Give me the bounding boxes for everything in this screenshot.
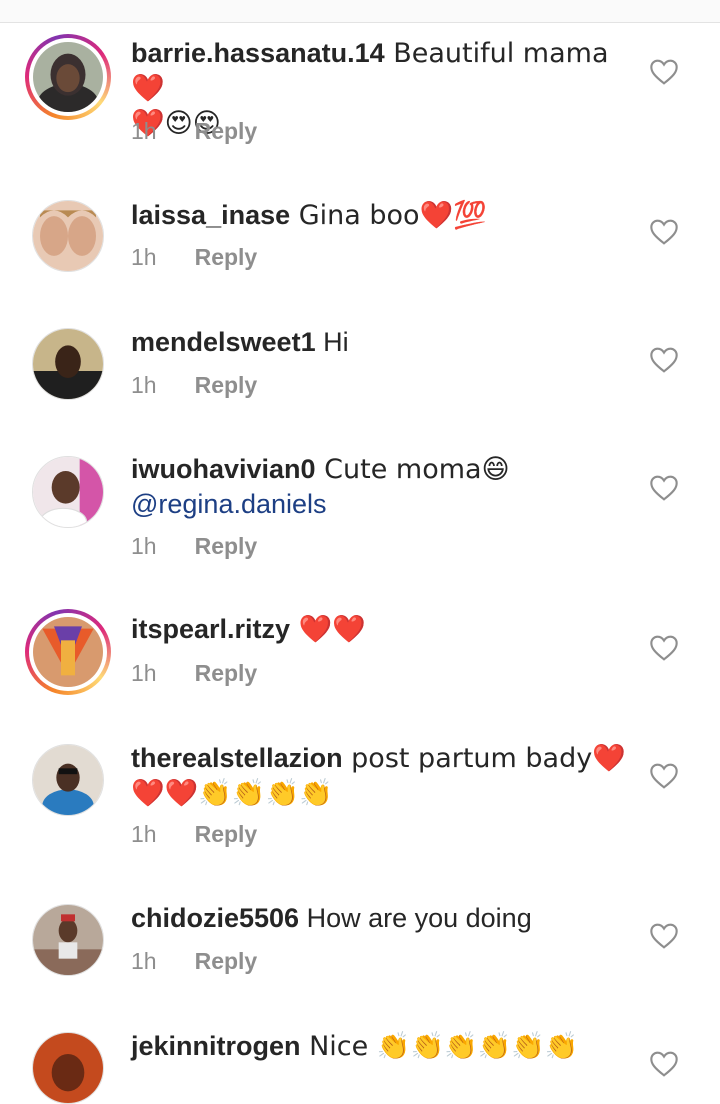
comment-body: Cute moma😄 xyxy=(315,454,510,485)
avatar[interactable] xyxy=(32,456,104,528)
comment-meta: 1h Reply xyxy=(131,242,257,272)
comment-time: 1h xyxy=(131,533,157,559)
comment-meta: 1h Reply xyxy=(131,946,257,976)
avatar[interactable] xyxy=(25,609,111,695)
avatar[interactable] xyxy=(32,744,104,816)
comment-meta: 1h Reply xyxy=(131,819,257,849)
avatar-image xyxy=(33,42,103,112)
comment-body: ❤️❤️ xyxy=(290,614,366,645)
reply-button[interactable]: Reply xyxy=(195,372,258,398)
comment-text: chidozie5506 How are you doing xyxy=(131,901,631,935)
avatar[interactable] xyxy=(32,904,104,976)
avatar-image xyxy=(33,617,103,687)
heart-outline-icon[interactable] xyxy=(648,632,680,664)
heart-outline-icon[interactable] xyxy=(648,344,680,376)
comment-meta: 1h Reply xyxy=(131,658,257,688)
heart-outline-icon[interactable] xyxy=(648,472,680,504)
comment-meta: 1h Reply xyxy=(131,116,257,146)
comment-time: 1h xyxy=(131,244,157,270)
heart-outline-icon[interactable] xyxy=(648,56,680,88)
heart-outline-icon[interactable] xyxy=(648,920,680,952)
avatar[interactable] xyxy=(32,200,104,272)
comment-username[interactable]: chidozie5506 xyxy=(131,903,299,933)
comment-body: Gina boo❤️💯 xyxy=(290,200,487,231)
comment-username[interactable]: barrie.hassanatu.14 xyxy=(131,38,385,68)
comment-time: 1h xyxy=(131,660,157,686)
comment-username[interactable]: itspearl.ritzy xyxy=(131,614,290,644)
comment-text: laissa_inase Gina boo❤️💯 xyxy=(131,198,631,233)
avatar-image xyxy=(33,457,103,527)
comment-body-line2: ❤️❤️👏👏👏👏 xyxy=(131,778,333,809)
avatar-image xyxy=(33,1033,103,1103)
avatar[interactable] xyxy=(32,328,104,400)
comment-time: 1h xyxy=(131,821,157,847)
avatar-image xyxy=(33,905,103,975)
comment-text: iwuohavivian0 Cute moma😄 @regina.daniels xyxy=(131,452,631,521)
reply-button[interactable]: Reply xyxy=(195,118,258,144)
comment-meta: 1h Reply xyxy=(131,531,257,561)
comment-body: How are you doing xyxy=(299,903,532,933)
reply-button[interactable]: Reply xyxy=(195,244,258,270)
comment-username[interactable]: laissa_inase xyxy=(131,200,290,230)
reply-button[interactable]: Reply xyxy=(195,533,258,559)
comment-text: jekinnitrogen Nice 👏👏👏👏👏👏 xyxy=(131,1029,631,1064)
comment-text: itspearl.ritzy ❤️❤️ xyxy=(131,612,631,647)
comment-meta: 1h Reply xyxy=(131,370,257,400)
heart-outline-icon[interactable] xyxy=(648,216,680,248)
comment-body: post partum bady❤️ xyxy=(342,743,626,774)
comment-body: Nice 👏👏👏👏👏👏 xyxy=(300,1031,579,1062)
comment-text: mendelsweet1 Hi xyxy=(131,325,631,359)
comment-body: Hi xyxy=(315,327,349,357)
comment-username[interactable]: therealstellazion xyxy=(131,743,343,773)
mention-link[interactable]: @regina.daniels xyxy=(131,489,327,519)
heart-outline-icon[interactable] xyxy=(648,1048,680,1080)
avatar[interactable] xyxy=(25,34,111,120)
reply-button[interactable]: Reply xyxy=(195,821,258,847)
avatar[interactable] xyxy=(32,1032,104,1104)
heart-outline-icon[interactable] xyxy=(648,760,680,792)
comment-text: therealstellazion post partum bady❤️ ❤️❤… xyxy=(131,741,631,811)
reply-button[interactable]: Reply xyxy=(195,660,258,686)
comment-username[interactable]: iwuohavivian0 xyxy=(131,454,316,484)
avatar-image xyxy=(33,745,103,815)
comment-time: 1h xyxy=(131,948,157,974)
comment-time: 1h xyxy=(131,118,157,144)
avatar-image xyxy=(33,329,103,399)
comment-username[interactable]: mendelsweet1 xyxy=(131,327,316,357)
comment-username[interactable]: jekinnitrogen xyxy=(131,1031,301,1061)
reply-button[interactable]: Reply xyxy=(195,948,258,974)
avatar-image xyxy=(33,201,103,271)
comment-time: 1h xyxy=(131,372,157,398)
top-bar xyxy=(0,0,720,23)
